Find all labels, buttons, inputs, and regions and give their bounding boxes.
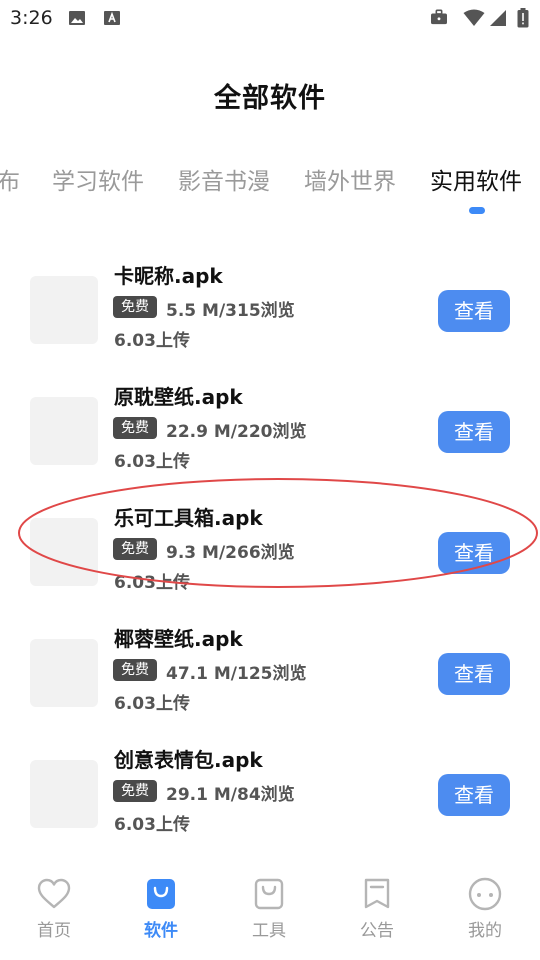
free-badge: 免费 — [113, 296, 157, 318]
free-badge: 免费 — [113, 417, 157, 439]
bookmark-icon — [364, 878, 390, 909]
app-notification-icon — [104, 11, 120, 25]
nav-label: 公告 — [360, 921, 394, 941]
upload-date: 6.03上传 — [114, 573, 190, 593]
list-item[interactable]: 椰蓉壁纸.apk 免费 47.1 M/125浏览 6.03上传 查看 — [0, 621, 540, 721]
view-button[interactable]: 查看 — [438, 774, 510, 816]
nav-tools[interactable]: 工具 — [229, 876, 309, 941]
tab-learning-software[interactable]: 学习软件 — [52, 162, 144, 196]
nav-software[interactable]: 软件 — [121, 876, 201, 941]
heart-icon — [37, 878, 71, 909]
list-item[interactable]: 原耽壁纸.apk 免费 22.9 M/220浏览 6.03上传 查看 — [0, 379, 540, 479]
nav-label: 我的 — [468, 921, 502, 941]
tab-practical-software[interactable]: 实用软件 — [430, 162, 522, 196]
upload-date: 6.03上传 — [114, 331, 190, 351]
app-name: 卡昵称.apk — [114, 264, 223, 288]
tab-partial[interactable]: 布 — [0, 162, 20, 196]
nav-label: 首页 — [37, 921, 71, 941]
battery-icon — [517, 8, 529, 28]
app-thumbnail — [30, 760, 98, 828]
nav-profile[interactable]: 我的 — [445, 876, 525, 941]
app-size-views: 22.9 M/220浏览 — [166, 422, 307, 442]
tab-media-books-comics[interactable]: 影音书漫 — [178, 162, 270, 196]
free-badge: 免费 — [113, 538, 157, 560]
free-badge: 免费 — [113, 780, 157, 802]
status-time: 3:26 — [10, 7, 53, 29]
nav-label: 工具 — [252, 921, 286, 941]
bag-outline-icon — [254, 878, 284, 910]
list-item[interactable]: 创意表情包.apk 免费 29.1 M/84浏览 6.03上传 查看 — [0, 742, 540, 842]
briefcase-icon — [431, 9, 447, 25]
free-badge: 免费 — [113, 659, 157, 681]
bottom-nav: 首页 软件 工具 公告 我的 — [0, 862, 540, 960]
app-size-views: 5.5 M/315浏览 — [166, 301, 295, 321]
nav-announcements[interactable]: 公告 — [337, 876, 417, 941]
page-title: 全部软件 — [214, 83, 326, 114]
view-button[interactable]: 查看 — [438, 532, 510, 574]
app-thumbnail — [30, 639, 98, 707]
view-button[interactable]: 查看 — [438, 653, 510, 695]
upload-date: 6.03上传 — [114, 815, 190, 835]
app-size-views: 29.1 M/84浏览 — [166, 785, 295, 805]
app-name: 椰蓉壁纸.apk — [114, 627, 243, 651]
list-item[interactable]: 卡昵称.apk 免费 5.5 M/315浏览 6.03上传 查看 — [0, 258, 540, 358]
nav-label: 软件 — [144, 921, 178, 941]
upload-date: 6.03上传 — [114, 452, 190, 472]
view-button[interactable]: 查看 — [438, 290, 510, 332]
tab-indicator — [469, 207, 485, 214]
app-size-views: 47.1 M/125浏览 — [166, 664, 307, 684]
app-name: 原耽壁纸.apk — [114, 385, 243, 409]
app-thumbnail — [30, 397, 98, 465]
shopping-bag-icon — [147, 879, 175, 909]
app-size-views: 9.3 M/266浏览 — [166, 543, 295, 563]
app-thumbnail — [30, 518, 98, 586]
upload-date: 6.03上传 — [114, 694, 190, 714]
tab-outside-world[interactable]: 墙外世界 — [304, 162, 396, 196]
list-item[interactable]: 乐可工具箱.apk 免费 9.3 M/266浏览 6.03上传 查看 — [0, 500, 540, 600]
category-tabs: 布 学习软件 影音书漫 墙外世界 实用软件 — [0, 162, 540, 202]
wifi-icon — [463, 9, 485, 26]
app-name: 创意表情包.apk — [114, 748, 263, 772]
view-button[interactable]: 查看 — [438, 411, 510, 453]
status-bar: 3:26 — [0, 0, 540, 36]
signal-icon — [490, 10, 506, 26]
smiley-icon — [468, 877, 502, 911]
image-notification-icon — [69, 11, 85, 25]
app-name: 乐可工具箱.apk — [114, 506, 263, 530]
nav-home[interactable]: 首页 — [14, 876, 94, 941]
app-thumbnail — [30, 276, 98, 344]
